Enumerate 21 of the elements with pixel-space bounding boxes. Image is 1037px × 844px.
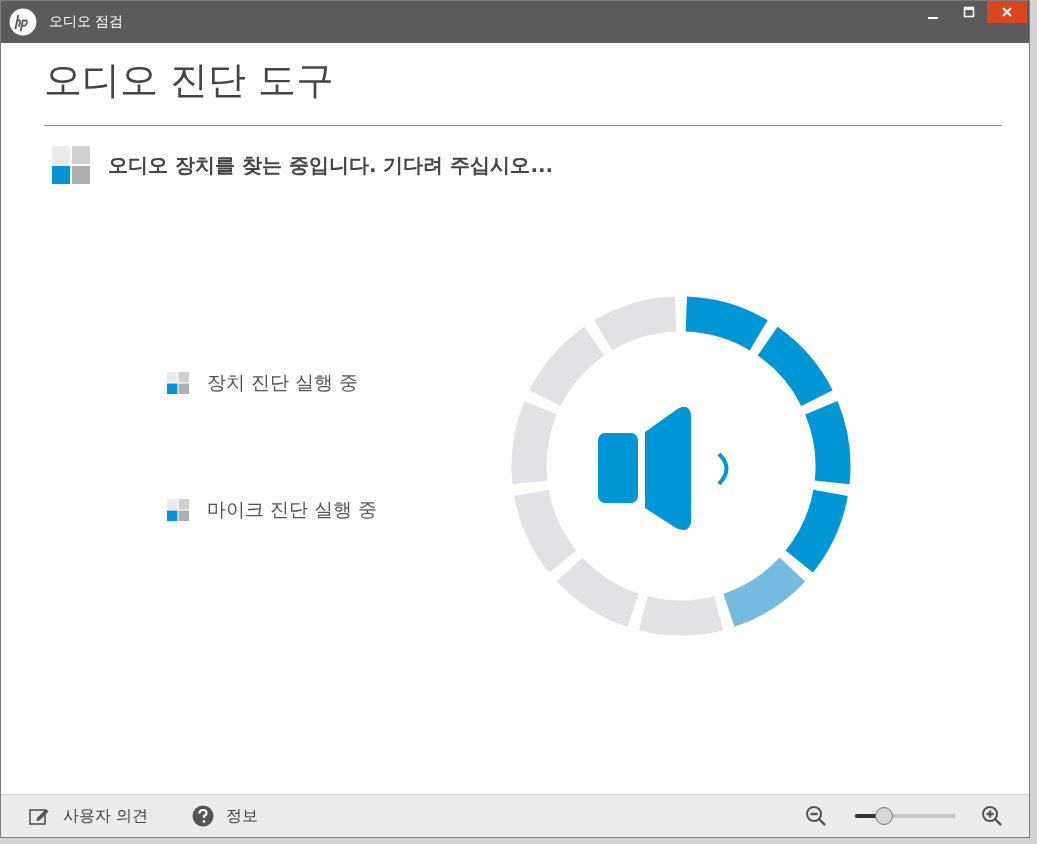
- maximize-icon: [963, 6, 975, 18]
- task-label: 마이크 진단 실행 중: [207, 497, 378, 522]
- zoom-out-icon[interactable]: [805, 805, 827, 827]
- close-button[interactable]: [987, 1, 1027, 23]
- pencil-note-icon: [29, 806, 51, 826]
- task-label: 장치 진단 실행 중: [207, 370, 359, 395]
- speaker-icon: [598, 406, 729, 531]
- feedback-button[interactable]: 사용자 의견: [27, 803, 151, 829]
- slider-thumb[interactable]: [875, 807, 893, 825]
- tiles-icon: [167, 499, 189, 521]
- close-icon: [1001, 6, 1013, 18]
- minimize-icon: [928, 17, 938, 19]
- logo-icon: [9, 8, 37, 36]
- zoom-in-icon[interactable]: [981, 805, 1003, 827]
- page-heading: 오디오 진단 도구: [44, 57, 336, 104]
- window-title: 오디오 점검: [49, 13, 124, 31]
- help-icon: [192, 805, 215, 827]
- tiles-icon: [167, 372, 189, 394]
- status-message: 오디오 장치를 찾는 중입니다. 기다려 주십시오...: [108, 151, 554, 179]
- info-button[interactable]: 정보: [190, 803, 261, 829]
- tiles-icon: [52, 146, 90, 184]
